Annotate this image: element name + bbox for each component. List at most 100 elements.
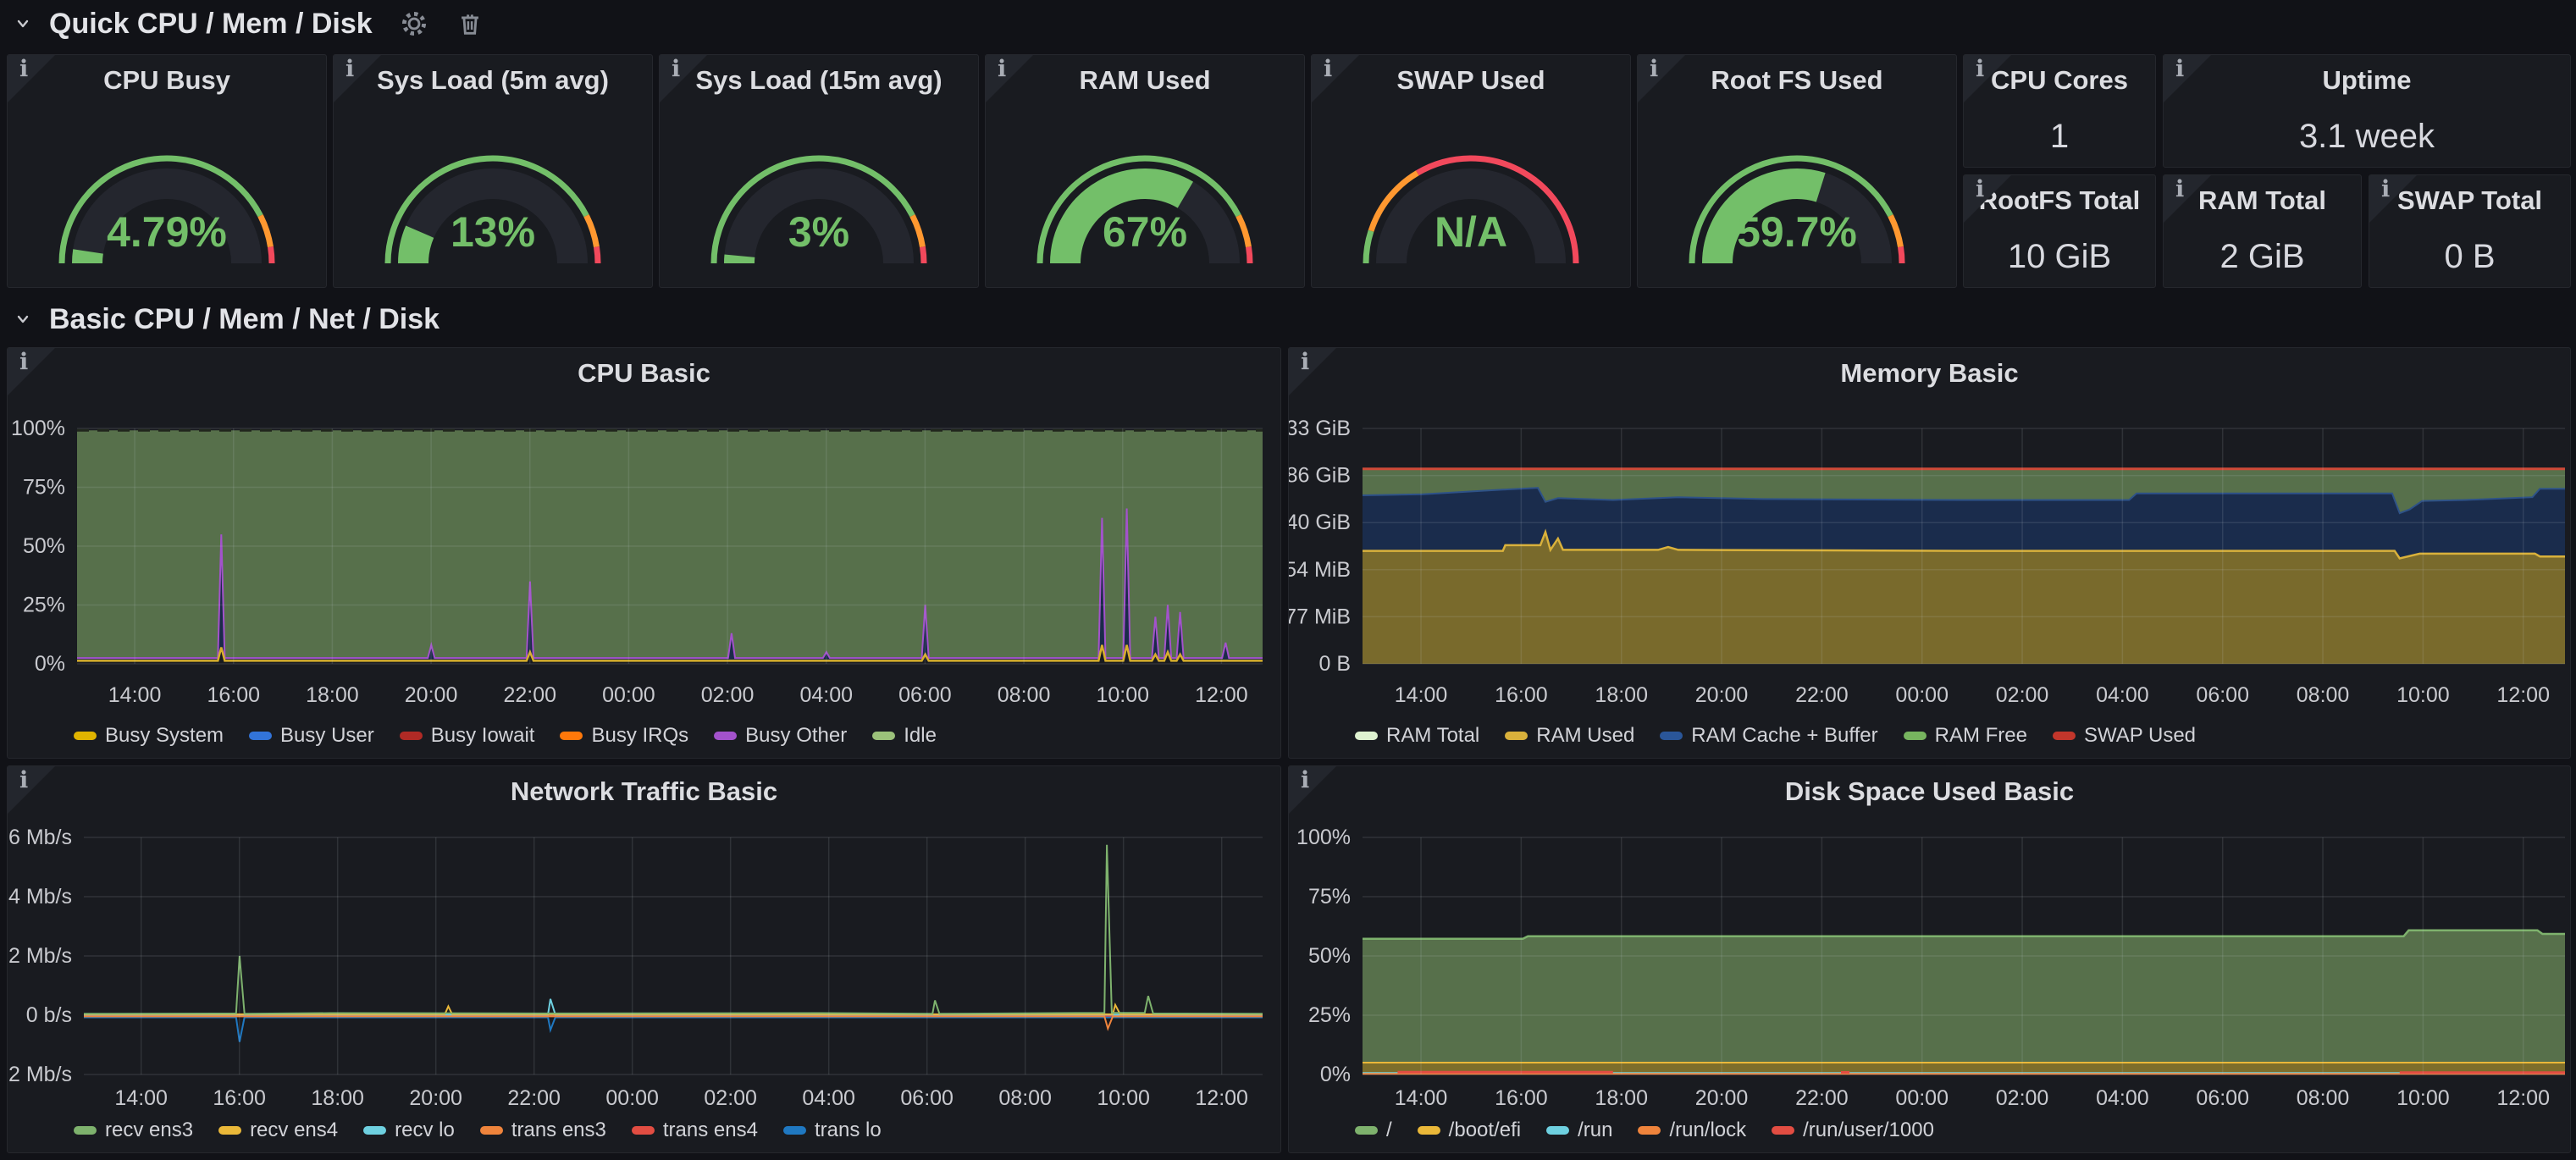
legend-label: /run <box>1578 1119 1612 1142</box>
legend-item-[interactable]: / <box>1355 1119 1392 1142</box>
panel-title[interactable]: Disk Space Used Basic <box>1289 776 2570 807</box>
panel-sys-load-15m: i Sys Load (15m avg) 3% <box>659 54 979 288</box>
x-tick-label: 18:00 <box>306 683 359 707</box>
legend-item-recv-ens4[interactable]: recv ens4 <box>218 1119 338 1142</box>
x-tick-label: 14:00 <box>1395 1086 1448 1110</box>
legend-item-busy-irqs[interactable]: Busy IRQs <box>560 724 688 748</box>
legend-item-idle[interactable]: Idle <box>872 724 937 748</box>
legend-label: / <box>1386 1119 1392 1142</box>
legend-item-boot-efi[interactable]: /boot/efi <box>1418 1119 1521 1142</box>
legend-item-ram-free[interactable]: RAM Free <box>1904 724 2027 748</box>
panel-title[interactable]: RAM Used <box>986 65 1304 96</box>
legend-label: Busy System <box>105 724 224 748</box>
section-row-basic[interactable]: Basic CPU / Mem / Net / Disk <box>0 298 2576 340</box>
legend-item-trans-lo[interactable]: trans lo <box>783 1119 882 1142</box>
panel-disk-space-used-basic: i Disk Space Used Basic 100%75%50%25%0%1… <box>1288 765 2571 1153</box>
panel-title[interactable]: Uptime <box>2164 65 2570 96</box>
legend-swatch <box>1355 1126 1378 1135</box>
x-tick-label: 12:00 <box>1195 683 1248 707</box>
legend-item-ram-total[interactable]: RAM Total <box>1355 724 1479 748</box>
legend-item-ram-used[interactable]: RAM Used <box>1505 724 1634 748</box>
gauge-value: 4.79% <box>8 207 326 257</box>
legend-item-swap-used[interactable]: SWAP Used <box>2053 724 2196 748</box>
panel-title[interactable]: Memory Basic <box>1289 358 2570 389</box>
legend-item-run[interactable]: /run <box>1546 1119 1612 1142</box>
panel-network-traffic-basic: i Network Traffic Basic 6 Mb/s4 Mb/s2 Mb… <box>7 765 1281 1153</box>
legend-item-run-user-1000[interactable]: /run/user/1000 <box>1772 1119 1934 1142</box>
y-tick-label: 75% <box>1308 885 1351 909</box>
panel-title[interactable]: Sys Load (5m avg) <box>334 65 652 96</box>
x-tick-label: 10:00 <box>2396 683 2450 707</box>
legend-label: Busy User <box>280 724 374 748</box>
legend-label: SWAP Used <box>2084 724 2196 748</box>
legend-item-ram-cache-buffer[interactable]: RAM Cache + Buffer <box>1660 724 1877 748</box>
legend-swatch <box>2053 732 2076 740</box>
y-tick-label: 25% <box>23 594 65 617</box>
legend-swatch <box>480 1126 503 1135</box>
cpu-basic-chart: 100%75%50%25%0%14:0016:0018:0020:0022:00… <box>8 348 1281 759</box>
section-title: Quick CPU / Mem / Disk <box>49 8 373 41</box>
disk-space-legend: / /boot/efi/run/run/lock/run/user/1000 <box>1355 1119 1934 1142</box>
legend-item-busy-iowait[interactable]: Busy Iowait <box>400 724 535 748</box>
legend-label: Busy Other <box>745 724 847 748</box>
panel-title[interactable]: Network Traffic Basic <box>8 776 1280 807</box>
legend-label: recv ens3 <box>105 1119 193 1142</box>
legend-item-recv-lo[interactable]: recv lo <box>363 1119 455 1142</box>
legend-item-busy-other[interactable]: Busy Other <box>714 724 847 748</box>
legend-swatch <box>1546 1126 1569 1135</box>
x-tick-label: 06:00 <box>2196 683 2249 707</box>
stat-value: 1 <box>1964 118 2155 156</box>
legend-label: RAM Free <box>1935 724 2027 748</box>
legend-swatch <box>1638 1126 1661 1135</box>
legend-item-recv-ens3[interactable]: recv ens3 <box>74 1119 193 1142</box>
panel-memory-basic: i Memory Basic 2.33 GiB1.86 GiB1.40 GiB9… <box>1288 347 2571 759</box>
memory-basic-chart: 2.33 GiB1.86 GiB1.40 GiB954 MiB477 MiB0 … <box>1289 348 2571 759</box>
gear-icon[interactable] <box>400 9 428 38</box>
x-tick-label: 10:00 <box>1096 683 1149 707</box>
legend-label: RAM Used <box>1536 724 1634 748</box>
legend-item-busy-system[interactable]: Busy System <box>74 724 224 748</box>
legend-label: Busy IRQs <box>591 724 688 748</box>
panel-swap-used: i SWAP Used N/A <box>1311 54 1631 288</box>
network-traffic-legend: recv ens3 recv ens4 recv lo trans ens3 trans… <box>74 1119 882 1142</box>
gauge-value: N/A <box>1312 207 1630 257</box>
y-tick-label: 50% <box>1308 944 1351 968</box>
panel-ram-used: i RAM Used 67% <box>985 54 1305 288</box>
y-tick-label: 2.33 GiB <box>1289 417 1351 440</box>
legend-item-trans-ens4[interactable]: trans ens4 <box>632 1119 758 1142</box>
x-tick-label: 20:00 <box>1695 1086 1749 1110</box>
gauge-value: 67% <box>986 207 1304 257</box>
x-tick-label: 08:00 <box>998 1086 1052 1110</box>
legend-item-trans-ens3[interactable]: trans ens3 <box>480 1119 606 1142</box>
panel-title[interactable]: CPU Basic <box>8 358 1280 389</box>
y-tick-label: 100% <box>1296 826 1351 849</box>
panel-title[interactable]: Sys Load (15m avg) <box>660 65 978 96</box>
legend-swatch <box>218 1126 241 1135</box>
stat-value: 10 GiB <box>1964 238 2155 276</box>
legend-swatch <box>783 1126 806 1135</box>
x-tick-label: 14:00 <box>1395 683 1448 707</box>
legend-label: Idle <box>904 724 937 748</box>
panel-title[interactable]: SWAP Used <box>1312 65 1630 96</box>
y-tick-label: 1.86 GiB <box>1289 464 1351 488</box>
x-tick-label: 06:00 <box>2196 1086 2249 1110</box>
panel-title[interactable]: Root FS Used <box>1638 65 1956 96</box>
section-row-quick[interactable]: Quick CPU / Mem / Disk <box>0 0 2576 47</box>
legend-item-busy-user[interactable]: Busy User <box>249 724 374 748</box>
y-tick-label: 0 b/s <box>26 1003 72 1027</box>
section-title: Basic CPU / Mem / Net / Disk <box>49 303 439 336</box>
x-tick-label: 04:00 <box>802 1086 855 1110</box>
panel-rootfs-total: i RootFS Total 10 GiB <box>1963 174 2156 288</box>
panel-cpu-basic: i CPU Basic 100%75%50%25%0%14:0016:0018:… <box>7 347 1281 759</box>
x-tick-label: 08:00 <box>2297 683 2350 707</box>
legend-swatch <box>632 1126 655 1135</box>
x-tick-label: 14:00 <box>114 1086 168 1110</box>
cpu-basic-legend: Busy System Busy User Busy Iowait Busy IRQs… <box>74 724 937 748</box>
x-tick-label: 02:00 <box>1996 683 2049 707</box>
trash-icon[interactable] <box>456 9 484 38</box>
legend-item-run-lock[interactable]: /run/lock <box>1638 1119 1746 1142</box>
legend-label: RAM Total <box>1386 724 1479 748</box>
panel-title[interactable]: CPU Busy <box>8 65 326 96</box>
legend-label: recv lo <box>395 1119 455 1142</box>
gauge-value: 3% <box>660 207 978 257</box>
